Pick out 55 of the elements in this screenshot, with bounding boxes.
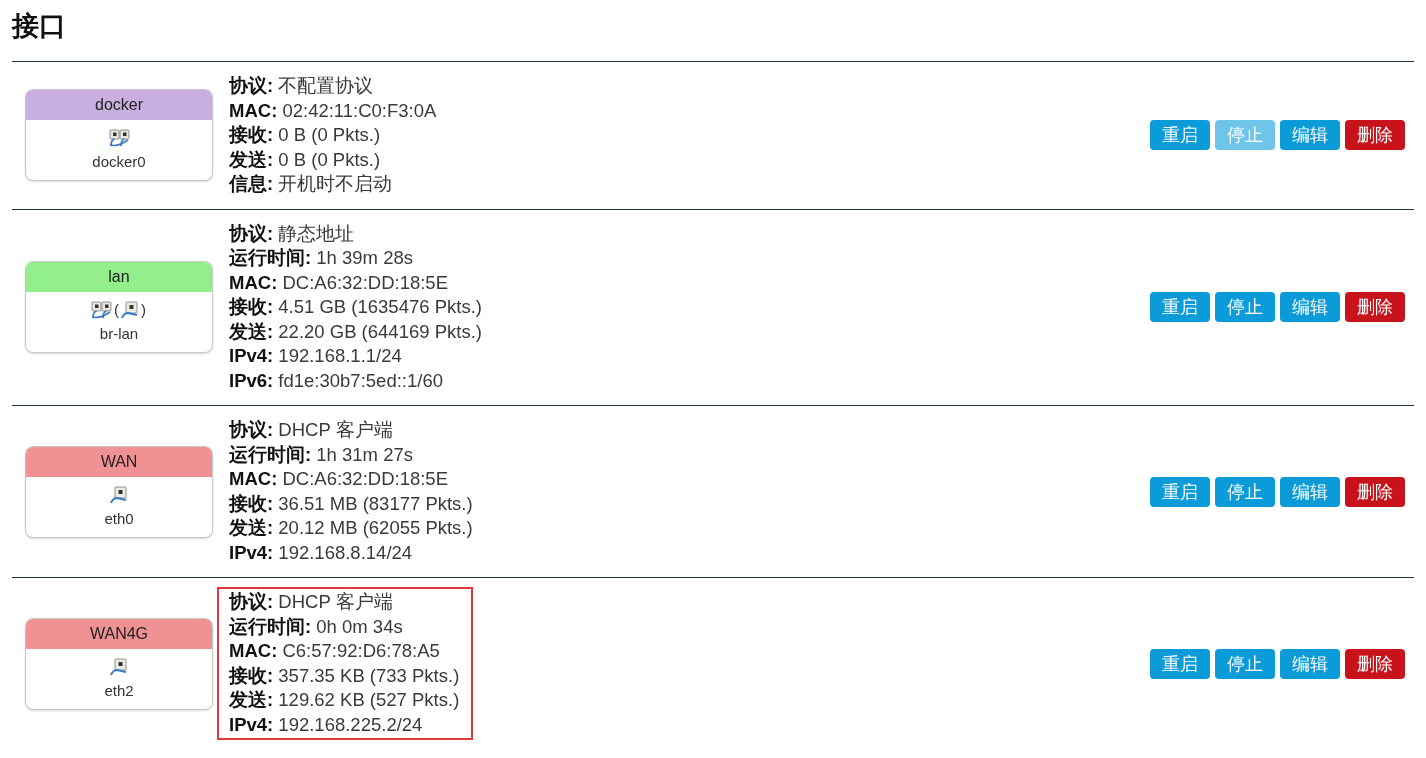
detail-line: MAC: 02:42:11:C0:F3:0A: [229, 98, 437, 123]
interface-name-bar: WAN4G: [26, 618, 212, 649]
detail-line: IPv4: 192.168.1.1/24: [229, 344, 403, 368]
detail-line: IPv6: fd1e:30b7:5ed::1/60: [229, 368, 444, 393]
device-name: eth2: [104, 680, 134, 701]
parenthesis-text: ): [140, 301, 147, 320]
ethernet-port-icon: [121, 301, 139, 320]
action-button[interactable]: 重启: [1150, 476, 1210, 507]
page-title: 接口: [12, 10, 67, 43]
action-button[interactable]: 重启: [1150, 648, 1210, 679]
action-button[interactable]: 编辑: [1280, 292, 1340, 323]
action-button[interactable]: 删除: [1345, 292, 1405, 323]
detail-line: MAC: C6:57:92:D6:78:A5: [229, 639, 441, 663]
bridge-ports-icon: [90, 301, 112, 320]
action-button[interactable]: 重启: [1150, 120, 1210, 151]
action-button[interactable]: 编辑: [1280, 476, 1340, 507]
detail-line: 运行时间: 0h 0m 34s: [229, 614, 404, 639]
device-name: eth0: [104, 508, 134, 529]
detail-line: 运行时间: 1h 39m 28s: [229, 246, 414, 270]
detail-line: 发送: 22.20 GB (644169 Pkts.): [229, 319, 482, 344]
detail-line: 接收: 4.51 GB (1635476 Pkts.): [229, 295, 482, 319]
detail-line: 接收: 357.35 KB (733 Pkts.): [229, 663, 460, 688]
device-name: br-lan: [99, 324, 139, 345]
ethernet-port-icon: [110, 485, 128, 504]
action-button[interactable]: 删除: [1345, 476, 1405, 507]
bridge-ports-icon: [108, 129, 130, 148]
interface-name-bar: docker: [26, 90, 212, 121]
detail-line: 协议: 静态地址: [229, 221, 356, 246]
detail-line: 接收: 36.51 MB (83177 Pkts.): [229, 491, 473, 516]
action-button[interactable]: 删除: [1345, 120, 1405, 151]
detail-line: 运行时间: 1h 31m 27s: [229, 442, 414, 467]
parenthesis-text: (: [113, 301, 120, 320]
detail-line: 发送: 129.62 KB (527 Pkts.): [229, 688, 460, 712]
detail-line: 信息: 开机时不启动: [229, 172, 394, 196]
detail-line: 发送: 20.12 MB (62055 Pkts.): [229, 516, 473, 540]
action-button[interactable]: 停止: [1215, 476, 1275, 507]
detail-line: 协议: DHCP 客户端: [229, 418, 394, 442]
action-button[interactable]: 重启: [1150, 292, 1210, 323]
interface-name-bar: lan: [26, 262, 212, 293]
device-name: docker0: [92, 152, 146, 173]
detail-line: 协议: 不配置协议: [229, 74, 375, 98]
action-button[interactable]: 停止: [1215, 292, 1275, 323]
action-button[interactable]: 删除: [1345, 648, 1405, 679]
detail-line: 接收: 0 B (0 Pkts.): [229, 123, 382, 147]
detail-line: IPv4: 192.168.8.14/24: [229, 540, 414, 565]
action-button[interactable]: 编辑: [1280, 120, 1340, 151]
detail-line: 发送: 0 B (0 Pkts.): [229, 147, 382, 172]
detail-line: MAC: DC:A6:32:DD:18:5E: [229, 467, 449, 491]
ethernet-port-icon: [110, 657, 128, 676]
action-button[interactable]: 编辑: [1280, 648, 1340, 679]
detail-line: MAC: DC:A6:32:DD:18:5E: [229, 270, 449, 295]
interface-name-bar: WAN: [26, 446, 212, 477]
action-button[interactable]: 停止: [1215, 648, 1275, 679]
detail-line: 协议: DHCP 客户端: [229, 590, 394, 614]
detail-line: IPv4: 192.168.225.2/24: [229, 712, 424, 737]
